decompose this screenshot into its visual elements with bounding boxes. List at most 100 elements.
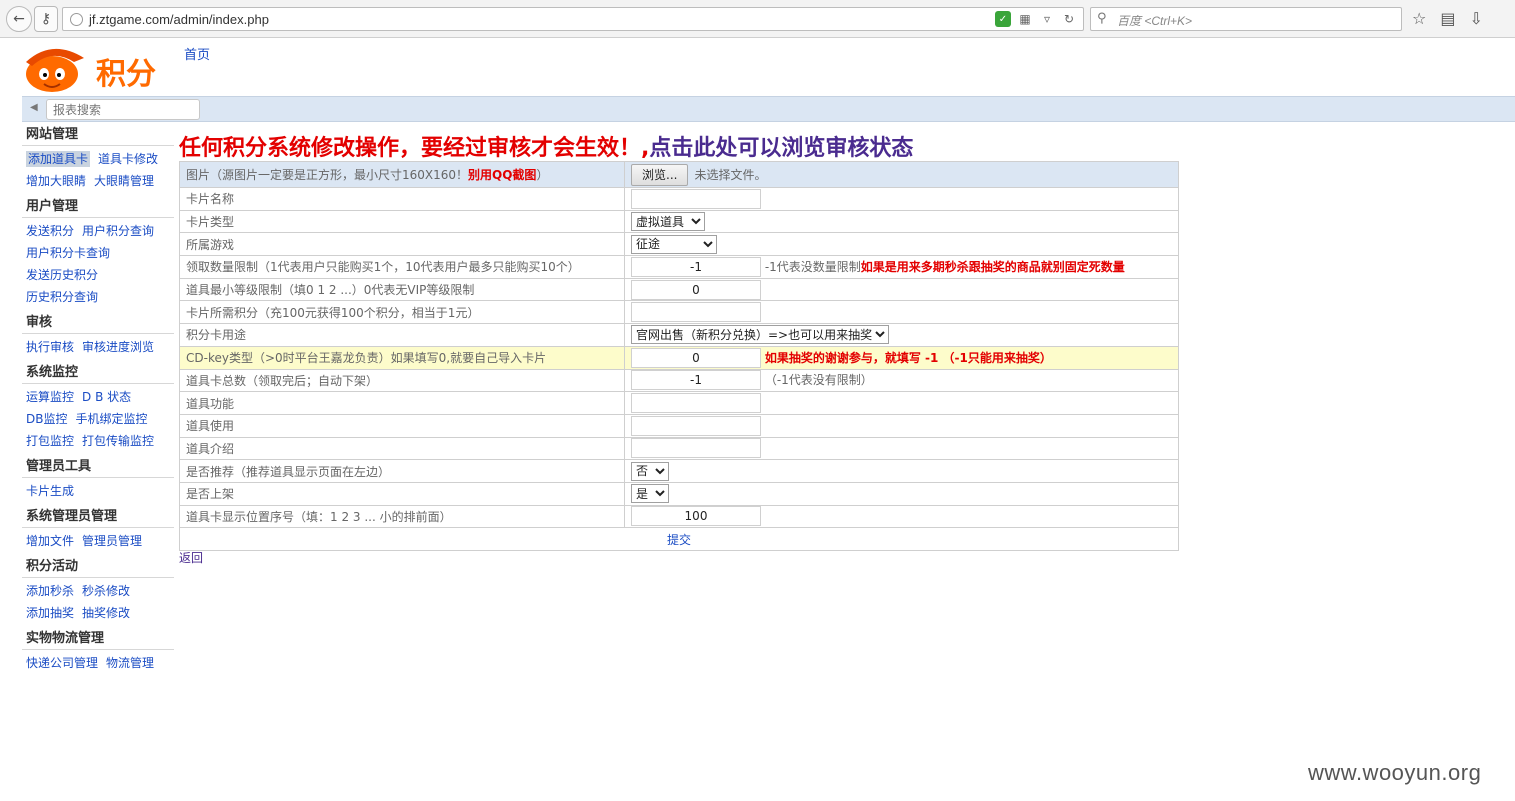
url-bar[interactable]: jf.ztgame.com/admin/index.php ✓ ▦ ▿ ↻ — [62, 7, 1084, 31]
sidebar-item-compute-monitor[interactable]: 运算监控 — [26, 390, 74, 404]
sidebar-item-banner-manage[interactable]: 大眼睛管理 — [94, 174, 154, 188]
reload-icon[interactable]: ↻ — [1061, 11, 1077, 27]
usage-select[interactable]: 官网出售（新积分兑换）=>也可以用来抽奖 — [631, 325, 889, 345]
sidebar-item-admin-manage[interactable]: 管理员管理 — [82, 534, 142, 548]
points-input[interactable] — [631, 302, 761, 323]
recommend-label: 是否推荐（推荐道具显示页面在左边） — [179, 459, 625, 483]
form-row-total: 道具卡总数（领取完后；自动下架） （-1代表没有限制） — [179, 368, 1179, 393]
form-row-card-type: 卡片类型 虚拟道具 — [179, 209, 1179, 234]
sidebar-item-add-flashsale[interactable]: 添加秒杀 — [26, 584, 74, 598]
image-label: 图片（源图片一定要是正方形，最小尺寸160X160！别用QQ截图） — [179, 161, 625, 188]
sidebar-item-audit-progress[interactable]: 审核进度浏览 — [82, 340, 154, 354]
sidebar-item-edit-flashsale[interactable]: 秒杀修改 — [82, 584, 130, 598]
sidebar-item-pack-monitor[interactable]: 打包监控 — [26, 434, 74, 448]
recommend-select[interactable]: 否 — [631, 461, 669, 481]
sidebar-section-audit: 审核 执行审核 审核进度浏览 — [22, 312, 174, 358]
card-name-input[interactable] — [631, 188, 761, 209]
image-label-warning: 别用QQ截图 — [468, 168, 537, 182]
sidebar-item-user-points-query[interactable]: 用户积分查询 — [82, 224, 154, 238]
intro-input[interactable] — [631, 438, 761, 459]
form-row-onshelf: 是否上架 是 — [179, 481, 1179, 506]
sidebar-item-edit-card[interactable]: 道具卡修改 — [98, 152, 158, 166]
back-link[interactable]: 返回 — [179, 549, 203, 566]
use-input[interactable] — [631, 415, 761, 436]
sidebar-item-db-monitor[interactable]: DB监控 — [26, 412, 67, 426]
sidebar-section-title: 管理员工具 — [22, 456, 174, 478]
sidebar-item-db-status[interactable]: D B 状态 — [82, 390, 131, 404]
game-select[interactable]: 征途 — [631, 234, 717, 254]
key-icon[interactable]: ⚷ — [34, 6, 58, 32]
form-row-cdkey: CD-key类型（>0时平台王嘉龙负责）如果填写0,就要自己导入卡片 如果抽奖的… — [179, 345, 1179, 370]
cdkey-hint-warning: 如果抽奖的谢谢参与，就填写 -1 （-1只能用来抽奖） — [764, 350, 1052, 365]
globe-icon — [70, 13, 83, 26]
function-input[interactable] — [631, 393, 761, 414]
submit-button[interactable]: 提交 — [667, 533, 691, 547]
sidebar-section-site: 网站管理 添加道具卡 道具卡修改 增加大眼睛 大眼睛管理 — [22, 124, 174, 192]
add-card-form: 图片（源图片一定要是正方形，最小尺寸160X160！别用QQ截图） 浏览... 未… — [179, 161, 1179, 551]
level-label: 道具最小等级限制（填0 1 2 ...）0代表无VIP等级限制 — [179, 277, 625, 302]
limit-hint: -1代表没数量限制 — [764, 259, 861, 274]
sidebar-item-logistics-manage[interactable]: 物流管理 — [106, 656, 154, 670]
cdkey-label: CD-key类型（>0时平台王嘉龙负责）如果填写0,就要自己导入卡片 — [179, 345, 625, 370]
watermark: www.wooyun.org — [1308, 760, 1482, 785]
level-input[interactable] — [631, 279, 761, 300]
no-file-text: 未选择文件。 — [694, 168, 767, 182]
onshelf-select[interactable]: 是 — [631, 484, 669, 504]
site-logo: 积分 — [22, 40, 182, 92]
report-search-input[interactable] — [46, 99, 200, 120]
sidebar-item-add-file[interactable]: 增加文件 — [26, 534, 74, 548]
sidebar-item-add-lottery[interactable]: 添加抽奖 — [26, 606, 74, 620]
card-type-select[interactable]: 虚拟道具 — [631, 212, 705, 232]
back-arrow-icon[interactable]: ← — [6, 6, 32, 32]
sidebar-item-card-generate[interactable]: 卡片生成 — [26, 484, 74, 498]
sidebar-section-title: 用户管理 — [22, 196, 174, 218]
total-input[interactable] — [631, 370, 761, 391]
sidebar-item-run-audit[interactable]: 执行审核 — [26, 340, 74, 354]
order-input[interactable] — [631, 506, 761, 527]
sidebar-item-pack-transfer-monitor[interactable]: 打包传输监控 — [82, 434, 154, 448]
sidebar-section-title: 积分活动 — [22, 556, 174, 578]
form-row-level: 道具最小等级限制（填0 1 2 ...）0代表无VIP等级限制 — [179, 277, 1179, 302]
sidebar-section-activities: 积分活动 添加秒杀 秒杀修改 添加抽奖 抽奖修改 — [22, 556, 174, 624]
search-icon: ⚲ — [1097, 11, 1107, 26]
sidebar-item-user-card-query[interactable]: 用户积分卡查询 — [26, 246, 110, 260]
qr-code-icon[interactable]: ▦ — [1017, 11, 1033, 27]
reading-list-icon[interactable]: ▤ — [1440, 9, 1455, 28]
form-row-card-name: 卡片名称 — [179, 187, 1179, 211]
cdkey-input[interactable] — [631, 347, 761, 368]
shield-icon[interactable]: ✓ — [995, 11, 1011, 27]
sidebar-section-logistics: 实物物流管理 快递公司管理 物流管理 — [22, 628, 174, 674]
search-placeholder: 百度 <Ctrl+K> — [1117, 14, 1193, 28]
onshelf-label: 是否上架 — [179, 481, 625, 506]
sidebar-item-send-points[interactable]: 发送积分 — [26, 224, 74, 238]
sidebar-item-add-banner[interactable]: 增加大眼睛 — [26, 174, 86, 188]
sidebar-section-sysadmin: 系统管理员管理 增加文件 管理员管理 — [22, 506, 174, 552]
sidebar-section-title: 实物物流管理 — [22, 628, 174, 650]
collapse-arrow-icon[interactable]: ◀ — [30, 102, 38, 113]
form-row-submit: 提交 — [179, 527, 1179, 551]
card-type-label: 卡片类型 — [179, 209, 625, 234]
bookmark-star-icon[interactable]: ☆ — [1412, 9, 1426, 28]
sidebar-item-add-card[interactable]: 添加道具卡 — [26, 151, 91, 167]
sidebar-item-edit-lottery[interactable]: 抽奖修改 — [82, 606, 130, 620]
sidebar-item-courier-manage[interactable]: 快递公司管理 — [26, 656, 98, 670]
intro-label: 道具介绍 — [179, 436, 625, 461]
dropdown-arrow-icon[interactable]: ▿ — [1039, 11, 1055, 27]
form-row-function: 道具功能 — [179, 391, 1179, 415]
audit-status-link[interactable]: 点击此处可以浏览审核状态 — [649, 136, 913, 161]
download-icon[interactable]: ⇩ — [1469, 9, 1482, 28]
form-row-image: 图片（源图片一定要是正方形，最小尺寸160X160！别用QQ截图） 浏览... 未… — [179, 161, 1179, 188]
sidebar-item-phone-monitor[interactable]: 手机绑定监控 — [75, 412, 147, 426]
home-link[interactable]: 首页 — [184, 44, 210, 63]
form-row-intro: 道具介绍 — [179, 436, 1179, 461]
browse-button[interactable]: 浏览... — [631, 163, 689, 186]
sidebar-item-send-history[interactable]: 发送历史积分 — [26, 268, 98, 282]
url-text: jf.ztgame.com/admin/index.php — [89, 12, 269, 27]
sidebar-section-title: 系统监控 — [22, 362, 174, 384]
form-row-game: 所属游戏 征途 — [179, 232, 1179, 257]
limit-input[interactable] — [631, 256, 761, 277]
points-label: 卡片所需积分（充100元获得100个积分，相当于1元） — [179, 300, 625, 325]
search-bar[interactable]: ⚲ 百度 <Ctrl+K> — [1090, 7, 1402, 31]
audit-notice-text: 任何积分系统修改操作，要经过审核才会生效！, — [179, 136, 650, 161]
sidebar-item-history-query[interactable]: 历史积分查询 — [26, 290, 98, 304]
